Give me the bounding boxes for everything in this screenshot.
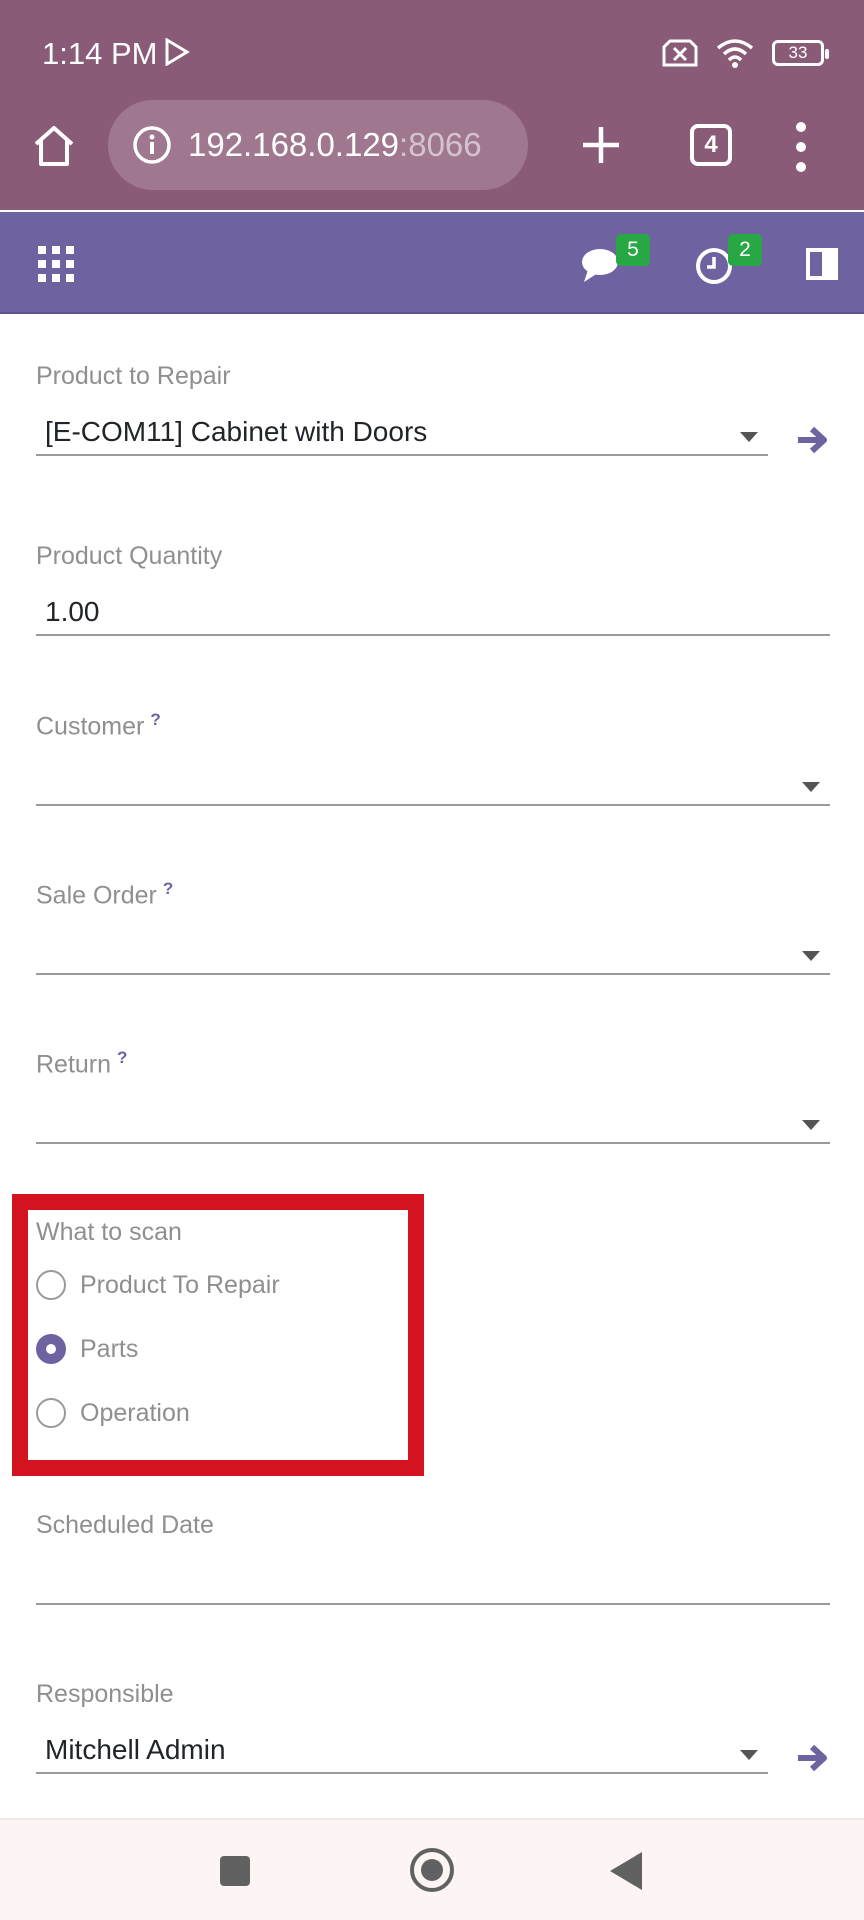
internal-link-arrow-icon[interactable] (794, 1740, 830, 1776)
status-icons: 33 (662, 38, 829, 68)
responsible-value: Mitchell Admin (45, 1734, 226, 1765)
radio-button-checked[interactable] (36, 1334, 66, 1364)
scheduled-date-input[interactable] (36, 1555, 830, 1605)
scheduled-date-field: Scheduled Date (36, 1511, 830, 1605)
tab-switcher-button[interactable]: 4 (690, 124, 732, 166)
product-quantity-input[interactable]: 1.00 (36, 586, 830, 636)
internal-link-arrow-icon[interactable] (794, 422, 830, 458)
android-navigation-bar (0, 1818, 864, 1920)
sale-order-label: Sale Order (36, 881, 157, 910)
radio-label: Product To Repair (80, 1270, 280, 1299)
sale-order-label-row: Sale Order? (36, 879, 830, 910)
product-to-repair-field: Product to Repair [E-COM11] Cabinet with… (36, 362, 830, 456)
return-label-row: Return? (36, 1048, 830, 1079)
home-icon[interactable] (30, 122, 78, 170)
apps-menu-icon[interactable] (38, 246, 74, 282)
customer-input[interactable] (36, 756, 830, 806)
return-input[interactable] (36, 1094, 830, 1144)
scheduled-date-label: Scheduled Date (36, 1511, 214, 1539)
messages-badge: 5 (616, 234, 650, 266)
what-to-scan-label: What to scan (36, 1218, 182, 1246)
sale-order-input[interactable] (36, 925, 830, 975)
chevron-down-icon[interactable] (740, 1750, 758, 1760)
product-to-repair-input[interactable]: [E-COM11] Cabinet with Doors (36, 406, 768, 456)
battery-icon: 33 (772, 40, 829, 66)
return-label: Return (36, 1050, 112, 1079)
status-time: 1:14 PM (42, 36, 158, 71)
radio-label: Operation (80, 1398, 190, 1427)
chevron-down-icon[interactable] (802, 1120, 820, 1130)
radio-option-product-to-repair[interactable]: Product To Repair (36, 1270, 280, 1300)
new-tab-icon[interactable] (578, 122, 624, 168)
radio-label: Parts (80, 1334, 139, 1363)
product-to-repair-label: Product to Repair (36, 362, 231, 390)
odoo-navbar: 5 2 (0, 212, 864, 314)
chevron-down-icon[interactable] (802, 782, 820, 792)
customer-help-tooltip[interactable]: ? (150, 710, 160, 729)
customer-label: Customer (36, 712, 145, 741)
no-sim-icon (662, 39, 698, 67)
browser-menu-icon[interactable] (786, 122, 816, 172)
browser-chrome: 1:14 PM 33 192.168.0.129:8066 4 (0, 0, 864, 210)
product-quantity-value: 1.00 (45, 596, 100, 627)
wifi-icon (716, 39, 754, 68)
radio-option-parts[interactable]: Parts (36, 1334, 138, 1364)
home-circle-icon[interactable] (410, 1848, 454, 1892)
address-bar[interactable]: 192.168.0.129:8066 (108, 100, 528, 190)
responsible-input[interactable]: Mitchell Admin (36, 1724, 768, 1774)
return-field: Return? (36, 1048, 830, 1144)
browser-toolbar: 192.168.0.129:8066 4 (0, 100, 864, 210)
recents-icon[interactable] (220, 1856, 250, 1886)
sale-order-help-tooltip[interactable]: ? (163, 879, 173, 898)
url-port: :8066 (399, 126, 482, 163)
back-triangle-icon[interactable] (610, 1852, 642, 1890)
info-icon[interactable] (132, 125, 172, 165)
radio-option-operation[interactable]: Operation (36, 1398, 190, 1428)
product-to-repair-value: [E-COM11] Cabinet with Doors (45, 416, 428, 447)
product-quantity-label: Product Quantity (36, 542, 223, 570)
chevron-down-icon[interactable] (802, 951, 820, 961)
customer-field: Customer? (36, 710, 830, 806)
return-help-tooltip[interactable]: ? (117, 1048, 127, 1067)
sale-order-field: Sale Order? (36, 879, 830, 975)
chevron-down-icon[interactable] (740, 432, 758, 442)
status-bar: 1:14 PM 33 (0, 0, 864, 100)
radio-button[interactable] (36, 1398, 66, 1428)
side-panel-icon[interactable] (806, 248, 838, 280)
responsible-label: Responsible (36, 1680, 174, 1708)
activities-badge: 2 (728, 234, 762, 266)
radio-button[interactable] (36, 1270, 66, 1300)
responsible-field: Responsible Mitchell Admin (36, 1680, 830, 1774)
play-store-icon (165, 38, 190, 66)
url-host: 192.168.0.129 (188, 126, 400, 163)
customer-label-row: Customer? (36, 710, 830, 741)
product-quantity-field: Product Quantity 1.00 (36, 542, 830, 636)
